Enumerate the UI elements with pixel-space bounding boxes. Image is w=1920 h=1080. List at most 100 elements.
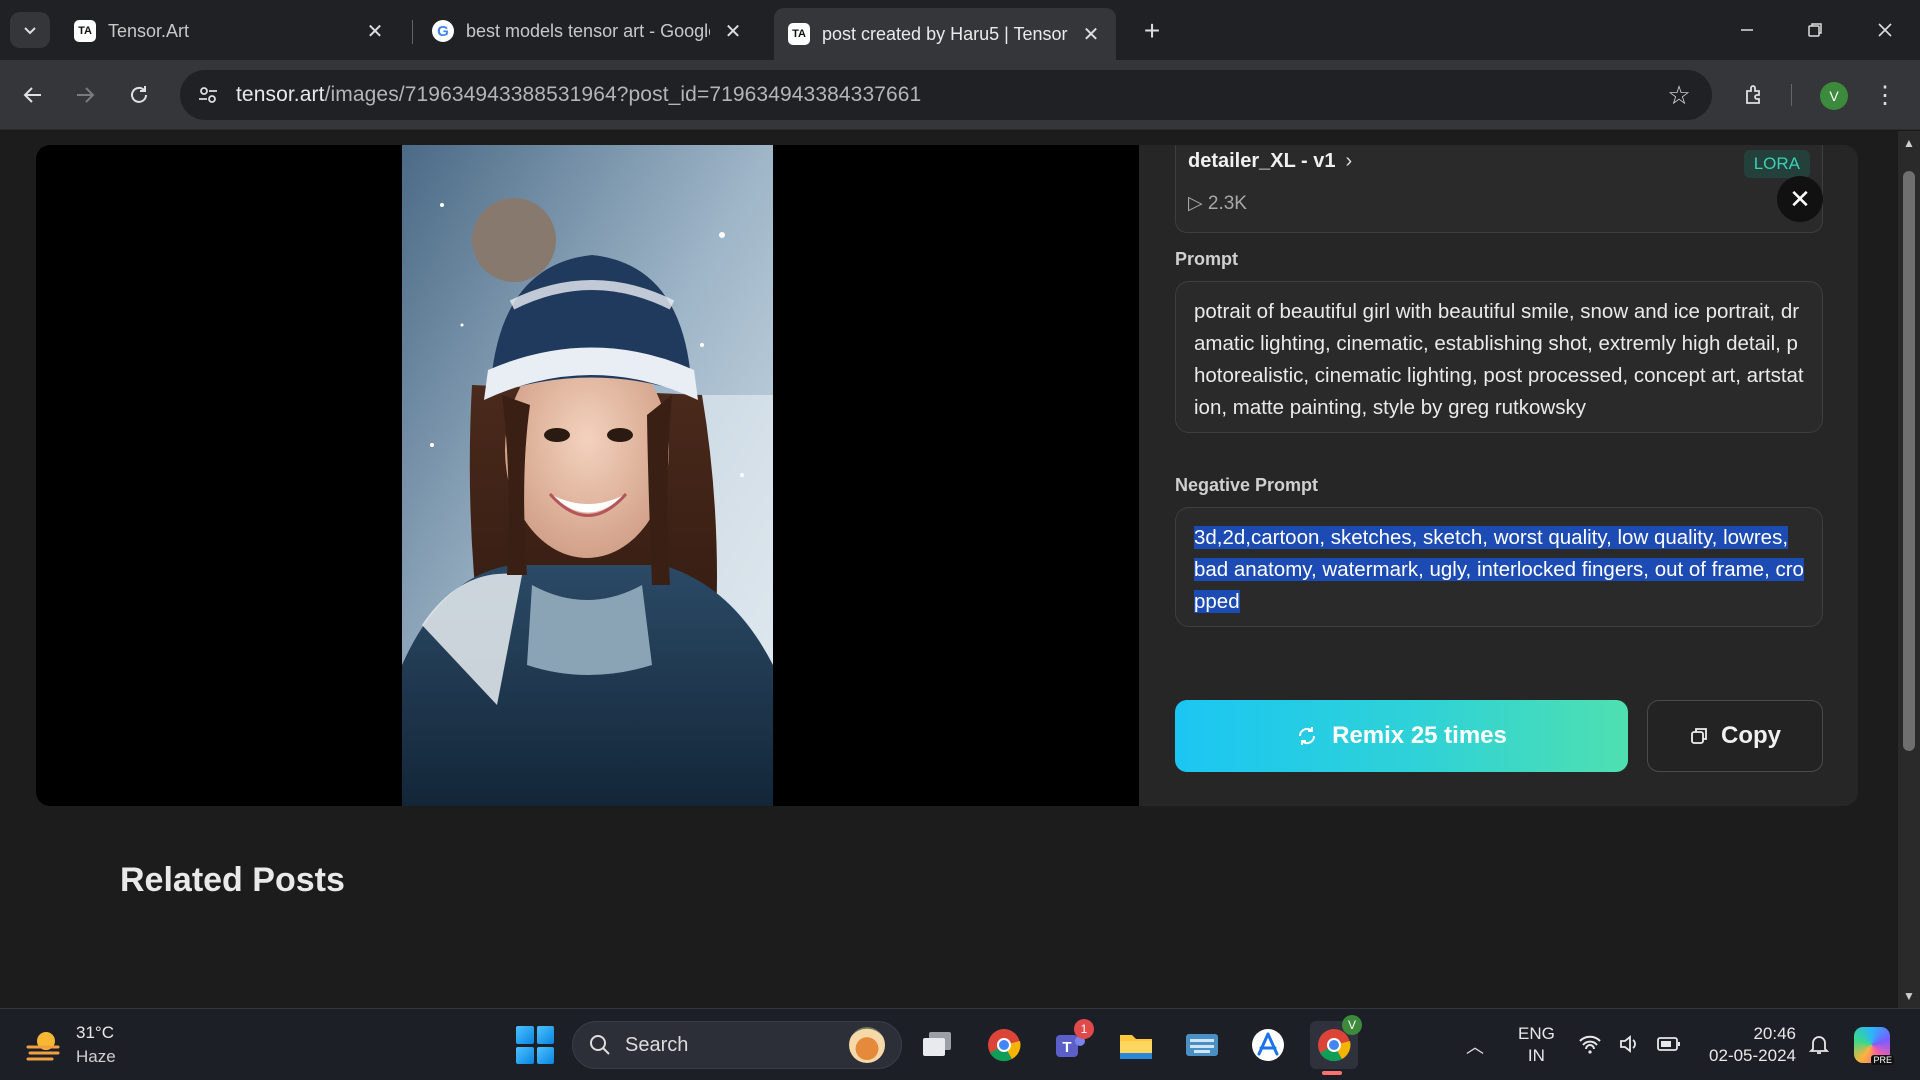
tab-tensor-art[interactable]: TA Tensor.Art ✕ [60,10,400,52]
site-settings-icon[interactable] [194,81,222,109]
search-placeholder: Search [625,1033,689,1056]
copy-button[interactable]: Copy [1647,700,1823,772]
app-store-icon [1252,1029,1284,1061]
teams-app-button[interactable]: T 1 [1048,1019,1094,1067]
search-highlight-icon [849,1027,885,1063]
restore-icon [1808,23,1822,37]
reload-button[interactable] [120,76,158,114]
haze-sun-icon [26,1032,60,1061]
prompt-label: Prompt [1175,249,1238,269]
notification-bell-icon[interactable] [1808,1033,1830,1061]
region-code: IN [1527,1046,1545,1065]
browser-menu-button[interactable]: ⋮ [1870,76,1900,114]
copy-button-label: Copy [1721,722,1781,749]
remix-button[interactable]: Remix 25 times [1175,700,1628,772]
model-name[interactable]: detailer_XL - v1 › [1188,150,1352,173]
copilot-preview-tag: PRE [1871,1055,1894,1065]
model-card[interactable]: detailer_XL - v1 › LORA ▷ 2.3K [1175,145,1823,233]
model-name-text: detailer_XL - v1 [1188,150,1336,172]
url-text: tensor.art/images/719634943388531964?pos… [236,83,921,107]
close-post-button[interactable]: ✕ [1777,176,1823,222]
url-path: /images/719634943388531964?post_id=71963… [324,83,922,106]
language-code: ENG [1518,1024,1555,1043]
profile-avatar[interactable]: V [1820,82,1848,110]
profile-badge: V [1342,1015,1362,1035]
wifi-icon [1579,1035,1601,1054]
taskbar-search[interactable]: Search [572,1021,902,1069]
tab-title: post created by Haru5 | Tensor.A [822,23,1068,44]
post-image[interactable] [402,145,773,806]
weather-condition: Haze [76,1047,116,1066]
keyboard-app-button[interactable] [1180,1023,1224,1067]
language-indicator[interactable]: ENG IN [1518,1023,1555,1067]
tab-search-button[interactable] [10,12,50,48]
clock-time: 20:46 [1753,1024,1796,1043]
scrollbar-thumb[interactable] [1903,171,1915,751]
tab-google-search[interactable]: G best models tensor art - Google ✕ [418,10,758,52]
toolbar-separator [1791,84,1792,106]
notification-badge: 1 [1074,1019,1094,1039]
negative-prompt-label: Negative Prompt [1175,475,1319,495]
post-card: detailer_XL - v1 › LORA ▷ 2.3K Prompt pot… [36,145,1858,806]
minimize-icon [1741,29,1753,31]
copy-icon [1691,728,1707,744]
remix-button-label: Remix 25 times [1332,722,1507,749]
lora-badge: LORA [1743,150,1810,178]
task-view-icon [923,1032,951,1056]
selected-text: 3d,2d,cartoon, sketches, sketch, worst q… [1194,526,1804,613]
clock-date: 02-05-2024 [1709,1046,1796,1065]
chrome-app-button[interactable] [982,1023,1026,1067]
close-icon[interactable]: ✕ [722,20,744,43]
extensions-button[interactable] [1736,76,1774,114]
close-icon[interactable]: ✕ [364,20,386,43]
copilot-icon[interactable]: PRE [1854,1027,1894,1065]
tab-separator [412,20,413,44]
start-button[interactable] [516,1026,554,1064]
system-tray[interactable] [1578,1033,1682,1055]
scroll-up-arrow-icon[interactable]: ▲ [1898,133,1920,153]
app-store-button[interactable] [1246,1023,1290,1067]
browser-toolbar: tensor.art/images/719634943388531964?pos… [0,60,1920,130]
tensor-art-favicon-icon: TA [74,20,96,42]
scroll-down-arrow-icon[interactable]: ▼ [1898,986,1920,1006]
restore-button[interactable] [1792,10,1838,50]
address-bar[interactable]: tensor.art/images/719634943388531964?pos… [180,70,1712,120]
svg-text:T: T [1062,1039,1071,1056]
tab-title: Tensor.Art [108,20,190,41]
weather-widget[interactable]: 31°C Haze [24,1021,116,1069]
minimize-button[interactable] [1724,10,1770,50]
chrome-profile-app-button[interactable]: V [1310,1015,1362,1075]
temperature: 31°C [76,1023,114,1042]
forward-button[interactable] [66,76,104,114]
active-indicator [1322,1071,1342,1075]
volume-icon [1620,1035,1636,1053]
tab-title: best models tensor art - Google [466,20,710,41]
tensor-art-favicon-icon: TA [788,23,810,45]
close-icon: ✕ [1789,183,1811,214]
related-posts-heading: Related Posts [120,861,345,899]
bookmark-star-icon[interactable]: ☆ [1664,80,1694,110]
close-window-button[interactable] [1862,10,1908,50]
new-tab-button[interactable]: + [1135,14,1169,48]
portrait-photo [402,145,773,806]
prompt-text[interactable]: potrait of beautiful girl with beautiful… [1175,281,1823,433]
close-icon[interactable]: ✕ [1080,23,1102,46]
model-run-count: ▷ 2.3K [1188,192,1247,215]
negative-prompt-text[interactable]: 3d,2d,cartoon, sketches, sketch, worst q… [1175,507,1823,627]
image-viewer [36,145,1139,806]
browser-tab-strip: TA Tensor.Art ✕ G best models tensor art… [0,0,1920,60]
google-favicon-icon: G [432,20,454,42]
close-icon [1878,23,1892,37]
tray-overflow-chevron-icon[interactable]: ︿ [1466,1033,1484,1059]
page-viewport: detailer_XL - v1 › LORA ▷ 2.3K Prompt pot… [0,131,1898,1008]
page-scrollbar[interactable]: ▲ ▼ [1898,131,1920,1008]
file-explorer-button[interactable] [1114,1023,1158,1067]
remix-icon [1299,727,1316,745]
post-details-panel: detailer_XL - v1 › LORA ▷ 2.3K Prompt pot… [1175,145,1823,806]
tab-post[interactable]: TA post created by Haru5 | Tensor.A ✕ [774,8,1116,60]
play-icon: ▷ [1188,193,1208,214]
chevron-right-icon: › [1345,150,1353,172]
system-clock[interactable]: 20:46 02-05-2024 [1700,1023,1796,1067]
task-view-button[interactable] [916,1023,960,1067]
back-button[interactable] [14,76,52,114]
